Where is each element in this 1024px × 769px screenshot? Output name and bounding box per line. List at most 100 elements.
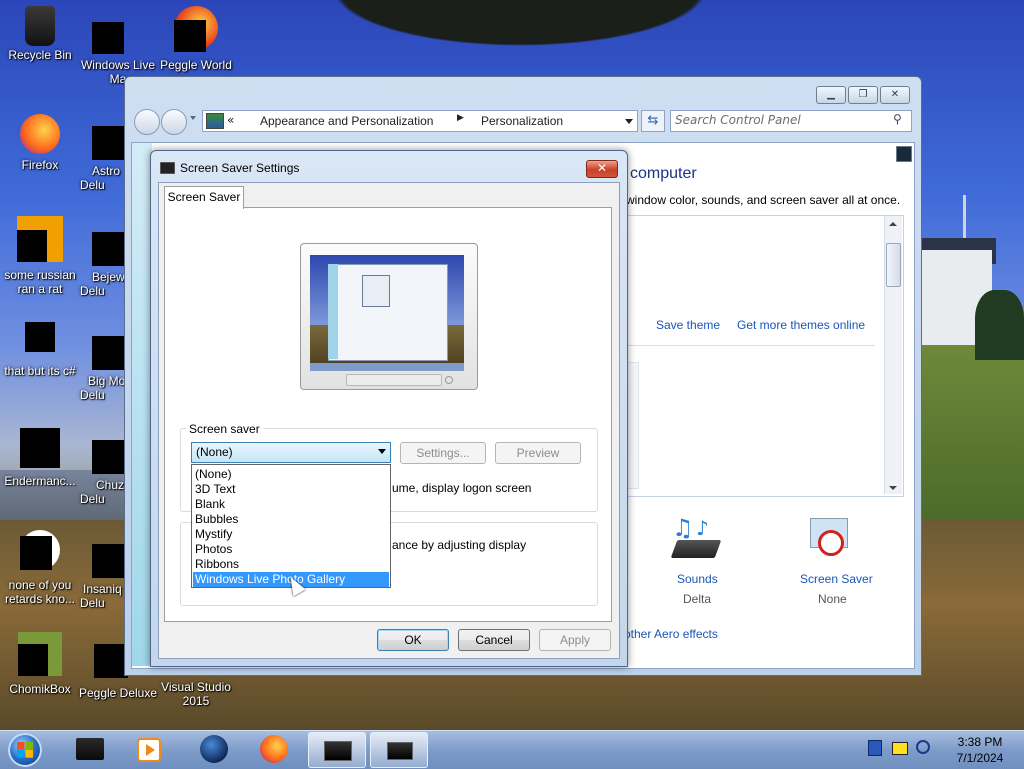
screen-saver-tile[interactable] bbox=[808, 518, 856, 562]
refresh-button[interactable]: ⇆ bbox=[641, 110, 665, 132]
option-3d-text[interactable]: 3D Text bbox=[193, 482, 389, 497]
desktop-icon-visual-studio[interactable]: Visual Studio 2015 bbox=[156, 680, 236, 708]
tray-clock[interactable]: 3:38 PM 7/1/2024 bbox=[944, 734, 1016, 766]
themes-scrollbar-thumb[interactable] bbox=[886, 243, 901, 287]
chomikbox-icon bbox=[18, 632, 62, 676]
breadcrumb-personalization[interactable]: Personalization bbox=[481, 114, 563, 128]
taskbar-globe-app[interactable] bbox=[186, 732, 242, 766]
sounds-link[interactable]: Sounds bbox=[677, 572, 718, 586]
address-bar[interactable]: « Appearance and Personalization ▶ Perso… bbox=[202, 110, 638, 132]
redacted-icon bbox=[92, 440, 126, 474]
search-box[interactable]: ⚲ bbox=[670, 110, 912, 132]
option-photos[interactable]: Photos bbox=[193, 542, 389, 557]
desktop-icon-endermanc[interactable]: Endermanc... bbox=[0, 428, 80, 488]
desktop-wallpaper-lawn bbox=[920, 340, 1024, 520]
maximize-button[interactable]: ❐ bbox=[848, 86, 878, 104]
desktop-icon-peggle-world[interactable]: Peggle World bbox=[156, 6, 236, 72]
tab-screen-saver[interactable]: Screen Saver bbox=[164, 186, 244, 209]
screen-saver-select[interactable]: (None) bbox=[191, 442, 391, 463]
desktop-icon-big-mo-delu[interactable]: Big Mo Delu bbox=[80, 334, 130, 402]
themes-section-edge bbox=[627, 362, 639, 489]
redacted-icon bbox=[20, 428, 60, 468]
apply-button[interactable]: Apply bbox=[539, 629, 611, 651]
document-e-icon bbox=[17, 216, 63, 262]
minimize-button[interactable]: ▁ bbox=[816, 86, 846, 104]
get-more-themes-link[interactable]: Get more themes online bbox=[737, 318, 865, 332]
preview-button[interactable]: Preview bbox=[495, 442, 581, 464]
dialog-close-button[interactable]: ✕ bbox=[586, 160, 618, 178]
battery-icon[interactable] bbox=[892, 742, 908, 755]
address-dropdown-icon[interactable] bbox=[625, 119, 633, 124]
network-icon[interactable] bbox=[916, 740, 930, 754]
desktop-icon-none-of-you[interactable]: none of you retards kno... bbox=[0, 530, 80, 606]
clock-date: 7/1/2024 bbox=[956, 751, 1004, 765]
breadcrumb-separator-icon[interactable]: ▶ bbox=[457, 113, 464, 123]
redacted-icon bbox=[92, 126, 126, 160]
dialog-title: Screen Saver Settings bbox=[180, 161, 300, 175]
desktop-icon-firefox[interactable]: Firefox bbox=[2, 114, 78, 172]
preview-window-pane bbox=[328, 264, 338, 359]
screen-saver-value: None bbox=[818, 592, 847, 606]
redacted-icon bbox=[92, 336, 126, 370]
option-ribbons[interactable]: Ribbons bbox=[193, 557, 389, 572]
save-theme-link[interactable]: Save theme bbox=[656, 318, 720, 332]
breadcrumb-appearance[interactable]: Appearance and Personalization bbox=[260, 114, 433, 128]
help-icon[interactable] bbox=[896, 146, 912, 162]
screen-saver-dropdown-list[interactable]: (None) 3D Text Blank Bubbles Mystify Pho… bbox=[191, 464, 391, 588]
desktop-icon-insaniq-delu[interactable]: Insaniq Delu bbox=[80, 544, 130, 610]
screen-saver-select-value: (None) bbox=[196, 445, 233, 459]
desktop-icon-chomikbox[interactable]: ChomikBox bbox=[0, 632, 80, 696]
power-button-icon bbox=[445, 376, 453, 384]
taskbar-control-panel[interactable] bbox=[308, 732, 366, 768]
desktop-icon-recycle-bin[interactable]: Recycle Bin bbox=[2, 6, 78, 62]
back-button[interactable] bbox=[134, 109, 160, 135]
search-icon[interactable]: ⚲ bbox=[893, 112, 902, 126]
desktop-icon-chuz-delu[interactable]: Chuz Delu bbox=[80, 438, 130, 506]
refresh-icon: ⇆ bbox=[647, 113, 659, 128]
cancel-button[interactable]: Cancel bbox=[458, 629, 530, 651]
aero-effects-link[interactable]: other Aero effects bbox=[624, 627, 718, 641]
recent-pages-chevron-icon[interactable] bbox=[190, 116, 196, 120]
redacted-icon bbox=[25, 322, 55, 352]
option-none[interactable]: (None) bbox=[193, 467, 389, 482]
option-blank[interactable]: Blank bbox=[193, 497, 389, 512]
taskbar-screen-saver-settings[interactable] bbox=[370, 732, 428, 768]
power-management-text: ance by adjusting display bbox=[392, 538, 527, 552]
taskbar-app-1[interactable] bbox=[62, 732, 118, 766]
dialog-monitor-icon bbox=[160, 162, 175, 174]
clock-time: 3:38 PM bbox=[957, 735, 1003, 749]
scroll-down-icon[interactable] bbox=[889, 486, 897, 490]
recycle-bin-icon bbox=[25, 6, 55, 46]
preview-dialog bbox=[362, 275, 390, 307]
desktop-icon-astro-delu[interactable]: Astro Delu bbox=[80, 124, 130, 192]
resume-logon-text: ume, display logon screen bbox=[392, 481, 532, 495]
forward-button[interactable] bbox=[161, 109, 187, 135]
screen-saver-link[interactable]: Screen Saver bbox=[800, 572, 873, 586]
desktop-icon-windows-live-ma[interactable]: Windows Live Ma bbox=[78, 10, 158, 86]
windows-logo-icon bbox=[17, 742, 33, 758]
close-window-button[interactable]: ✕ bbox=[880, 86, 910, 104]
page-description: window color, sounds, and screen saver a… bbox=[626, 193, 901, 207]
monitor-app-icon bbox=[324, 741, 352, 761]
themes-list[interactable] bbox=[626, 215, 904, 497]
option-bubbles[interactable]: Bubbles bbox=[193, 512, 389, 527]
no-symbol-icon bbox=[818, 530, 844, 556]
option-mystify[interactable]: Mystify bbox=[193, 527, 389, 542]
desktop-icon-some-russian[interactable]: some russian ran a rat bbox=[0, 216, 80, 296]
restore-icon: ❐ bbox=[858, 89, 868, 100]
action-center-icon[interactable] bbox=[868, 740, 882, 756]
ok-button[interactable]: OK bbox=[377, 629, 449, 651]
settings-button[interactable]: Settings... bbox=[400, 442, 486, 464]
sounds-tile[interactable]: ♫ ♪ bbox=[666, 514, 726, 568]
taskbar-firefox[interactable] bbox=[246, 732, 302, 766]
scroll-up-icon[interactable] bbox=[889, 222, 897, 226]
desktop-wallpaper-trees bbox=[975, 290, 1024, 360]
desktop-icon-bejew-delu[interactable]: Bejew Delu bbox=[80, 230, 130, 298]
desktop-icon-that-but-its-csharp[interactable]: that but its c# bbox=[0, 322, 80, 378]
chevron-down-icon bbox=[378, 449, 386, 454]
search-input[interactable] bbox=[675, 112, 885, 128]
black-box-app-icon bbox=[76, 738, 104, 760]
start-button[interactable] bbox=[8, 733, 42, 767]
breadcrumb-overflow[interactable]: « bbox=[227, 113, 234, 127]
taskbar-media-player[interactable] bbox=[122, 732, 178, 766]
